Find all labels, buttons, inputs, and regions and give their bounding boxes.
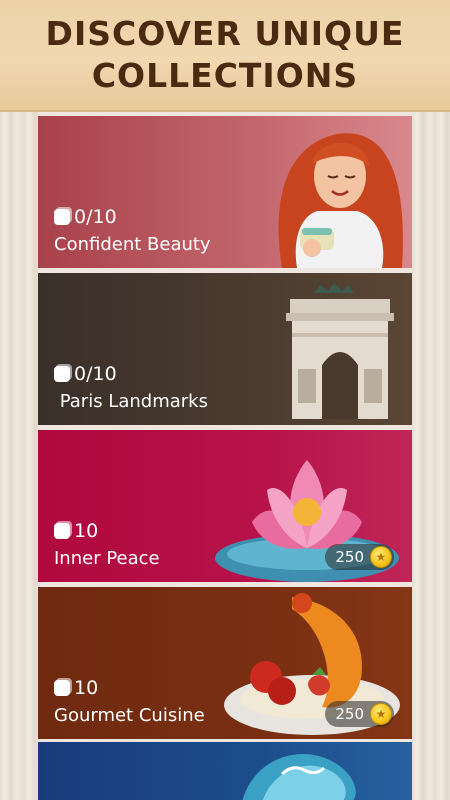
collection-card-ocean[interactable]: [38, 742, 412, 800]
collection-count: 0/10: [54, 206, 117, 228]
collection-count-value: 0/10: [74, 206, 117, 228]
collection-list: 0/10 Confident Beauty 0/10 Paris Landmar…: [38, 116, 412, 800]
puzzle-pieces-icon: [54, 523, 70, 539]
price-badge[interactable]: 250 ★: [325, 701, 394, 727]
price-value: 250: [335, 705, 364, 723]
woman-with-cup-icon: [278, 133, 403, 268]
puzzle-pieces-icon: [54, 680, 70, 696]
collection-card-paris-landmarks[interactable]: 0/10 Paris Landmarks: [38, 273, 412, 425]
coin-icon: ★: [370, 703, 392, 725]
collection-count-value: 10: [74, 677, 99, 699]
collection-name: Gourmet Cuisine: [54, 705, 205, 726]
collection-count: 0/10: [54, 363, 117, 385]
collection-card-gourmet-cuisine[interactable]: 10 Gourmet Cuisine 250 ★: [38, 587, 412, 739]
collection-name: Paris Landmarks: [54, 391, 208, 412]
page-header: DISCOVER UNIQUE COLLECTIONS: [0, 0, 450, 112]
puzzle-pieces-icon: [54, 366, 70, 382]
puzzle-pieces-icon: [54, 209, 70, 225]
collection-card-confident-beauty[interactable]: 0/10 Confident Beauty: [38, 116, 412, 268]
collection-count-value: 10: [74, 520, 99, 542]
price-badge[interactable]: 250 ★: [325, 544, 394, 570]
collection-name: Confident Beauty: [54, 234, 211, 255]
page-title-line-2: COLLECTIONS: [91, 56, 359, 95]
collection-count: 10: [54, 520, 98, 542]
price-value: 250: [335, 548, 364, 566]
wood-panel-right: [412, 112, 450, 800]
collection-card-inner-peace[interactable]: 10 Inner Peace 250 ★: [38, 430, 412, 582]
collection-name: Inner Peace: [54, 548, 160, 569]
ocean-wave-icon: [242, 754, 356, 800]
arc-de-triomphe-icon: [286, 283, 394, 419]
page-title-line-1: DISCOVER UNIQUE: [45, 14, 405, 53]
coin-icon: ★: [370, 546, 392, 568]
collection-count-value: 0/10: [74, 363, 117, 385]
collection-count: 10: [54, 677, 98, 699]
wood-panel-left: [0, 112, 38, 800]
